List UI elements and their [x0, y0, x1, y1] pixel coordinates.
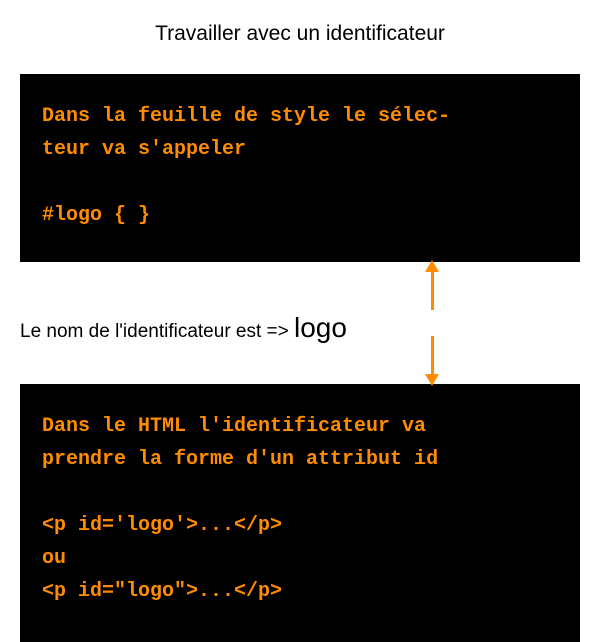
arrow-up-icon	[422, 260, 442, 310]
identifier-label: Le nom de l'identificateur est => logo	[20, 312, 347, 344]
arrow-down-icon	[422, 336, 442, 386]
css-code-block: Dans la feuille de style le sélec- teur …	[20, 74, 580, 262]
page-title: Travailler avec un identificateur	[0, 0, 600, 66]
identifier-word: logo	[294, 312, 347, 343]
html-code-block: Dans le HTML l'identificateur va prendre…	[20, 384, 580, 642]
identifier-prefix: Le nom de l'identificateur est =>	[20, 321, 294, 342]
middle-section: Le nom de l'identificateur est => logo	[20, 262, 580, 384]
